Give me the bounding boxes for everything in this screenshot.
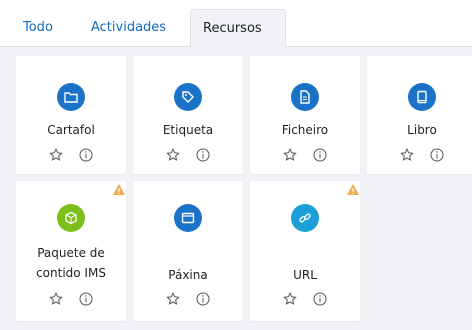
info-icon[interactable] [196,148,210,162]
module-label: Cartafol [47,123,95,137]
module-label: Ficheiro [281,123,329,137]
module-label: Libro [407,123,437,137]
star-icon[interactable] [400,148,414,162]
module-card-url[interactable]: URL [250,181,360,321]
folder-icon [57,83,85,111]
file-icon [291,83,319,111]
book-icon [408,83,436,111]
tag-icon [174,83,202,111]
module-label: URL [293,268,317,282]
warning-icon [347,184,359,195]
info-icon[interactable] [430,148,444,162]
module-label: Etiqueta [162,123,214,137]
star-icon[interactable] [283,292,297,306]
module-card-libro[interactable]: Libro [367,56,472,174]
tab-bar: Todo Actividades Recursos [0,0,472,47]
info-icon[interactable] [79,292,93,306]
package-icon [57,204,85,232]
info-icon[interactable] [79,148,93,162]
module-card-ims[interactable]: Paquete de contido IMS [16,181,126,321]
star-icon[interactable] [49,148,63,162]
module-card-etiqueta[interactable]: Etiqueta [133,56,243,174]
star-icon[interactable] [283,148,297,162]
page-icon [174,204,202,232]
warning-icon [113,184,125,195]
star-icon[interactable] [166,292,180,306]
info-icon[interactable] [313,292,327,306]
tab-todo[interactable]: Todo [11,9,65,46]
module-label: Paquete de contido IMS [16,243,126,283]
link-icon [291,204,319,232]
module-label-line1: Paquete de [37,246,105,260]
star-icon[interactable] [166,148,180,162]
module-label-line2: contido IMS [36,266,106,280]
tab-recursos[interactable]: Recursos [190,9,286,47]
star-icon[interactable] [49,292,63,306]
module-label: Páxina [168,268,208,282]
info-icon[interactable] [313,148,327,162]
module-card-paxina[interactable]: Páxina [133,181,243,321]
module-card-cartafol[interactable]: Cartafol [16,56,126,174]
module-card-ficheiro[interactable]: Ficheiro [250,56,360,174]
tab-actividades[interactable]: Actividades [79,9,178,46]
info-icon[interactable] [196,292,210,306]
